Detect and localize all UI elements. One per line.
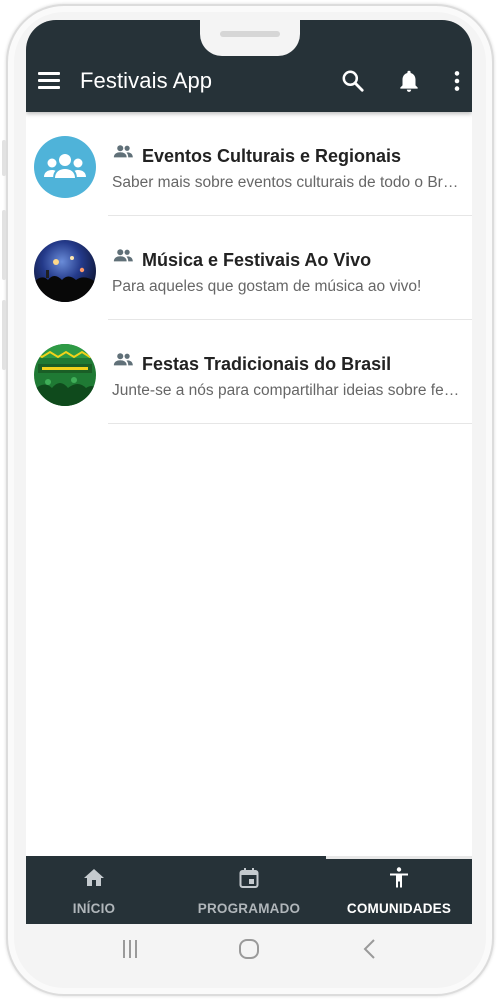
nav-label: COMUNIDADES (346, 901, 452, 916)
carnival-photo-avatar (34, 344, 96, 406)
nav-communities[interactable]: COMUNIDADES (326, 856, 472, 924)
group-icon (113, 145, 133, 158)
search-icon[interactable] (340, 68, 366, 94)
volume-down-button (2, 210, 6, 280)
community-description: Saber mais sobre eventos culturais de to… (112, 174, 462, 191)
back-icon[interactable] (360, 938, 380, 960)
speaker-grille (220, 31, 280, 37)
more-vert-icon[interactable] (444, 68, 470, 94)
community-title: Eventos Culturais e Regionais (142, 146, 402, 166)
home-button-icon[interactable] (238, 938, 260, 960)
nav-label: INÍCIO (72, 901, 116, 916)
nav-home[interactable]: INÍCIO (26, 856, 162, 924)
community-item[interactable]: Festas Tradicionais do Brasil Junte-se a… (26, 320, 472, 424)
recent-apps-icon[interactable] (120, 938, 140, 960)
app-title: Festivais App (80, 68, 213, 93)
community-description: Para aqueles que gostam de música ao viv… (112, 278, 422, 295)
menu-icon[interactable] (38, 72, 60, 90)
nav-label: PROGRAMADO (197, 901, 301, 916)
community-title: Festas Tradicionais do Brasil (142, 354, 392, 374)
system-navigation-bar (26, 924, 472, 974)
divider (108, 423, 472, 424)
group-icon (113, 249, 133, 262)
community-list: Eventos Culturais e Regionais Saber mais… (26, 112, 472, 424)
group-icon (113, 353, 133, 366)
community-item[interactable]: Música e Festivais Ao Vivo Para aqueles … (26, 216, 472, 320)
community-item[interactable]: Eventos Culturais e Regionais Saber mais… (26, 112, 472, 216)
accessibility-icon (390, 867, 408, 888)
calendar-icon (239, 868, 259, 888)
community-title: Música e Festivais Ao Vivo (142, 250, 372, 270)
nav-scheduled[interactable]: PROGRAMADO (176, 856, 322, 924)
volume-button (2, 140, 6, 176)
power-side-button (2, 300, 6, 370)
community-description: Junte-se a nós para compartilhar ideias … (112, 382, 462, 399)
app-screen: Festivais App Eventos Culturais e Region… (26, 20, 472, 924)
home-icon (84, 869, 104, 886)
bottom-navigation: INÍCIO PROGRAMADO COMUNIDADES (26, 856, 472, 924)
front-camera-notch (200, 20, 300, 56)
people-group-avatar (34, 136, 96, 198)
concert-photo-avatar (34, 240, 96, 302)
bell-icon[interactable] (396, 68, 422, 94)
